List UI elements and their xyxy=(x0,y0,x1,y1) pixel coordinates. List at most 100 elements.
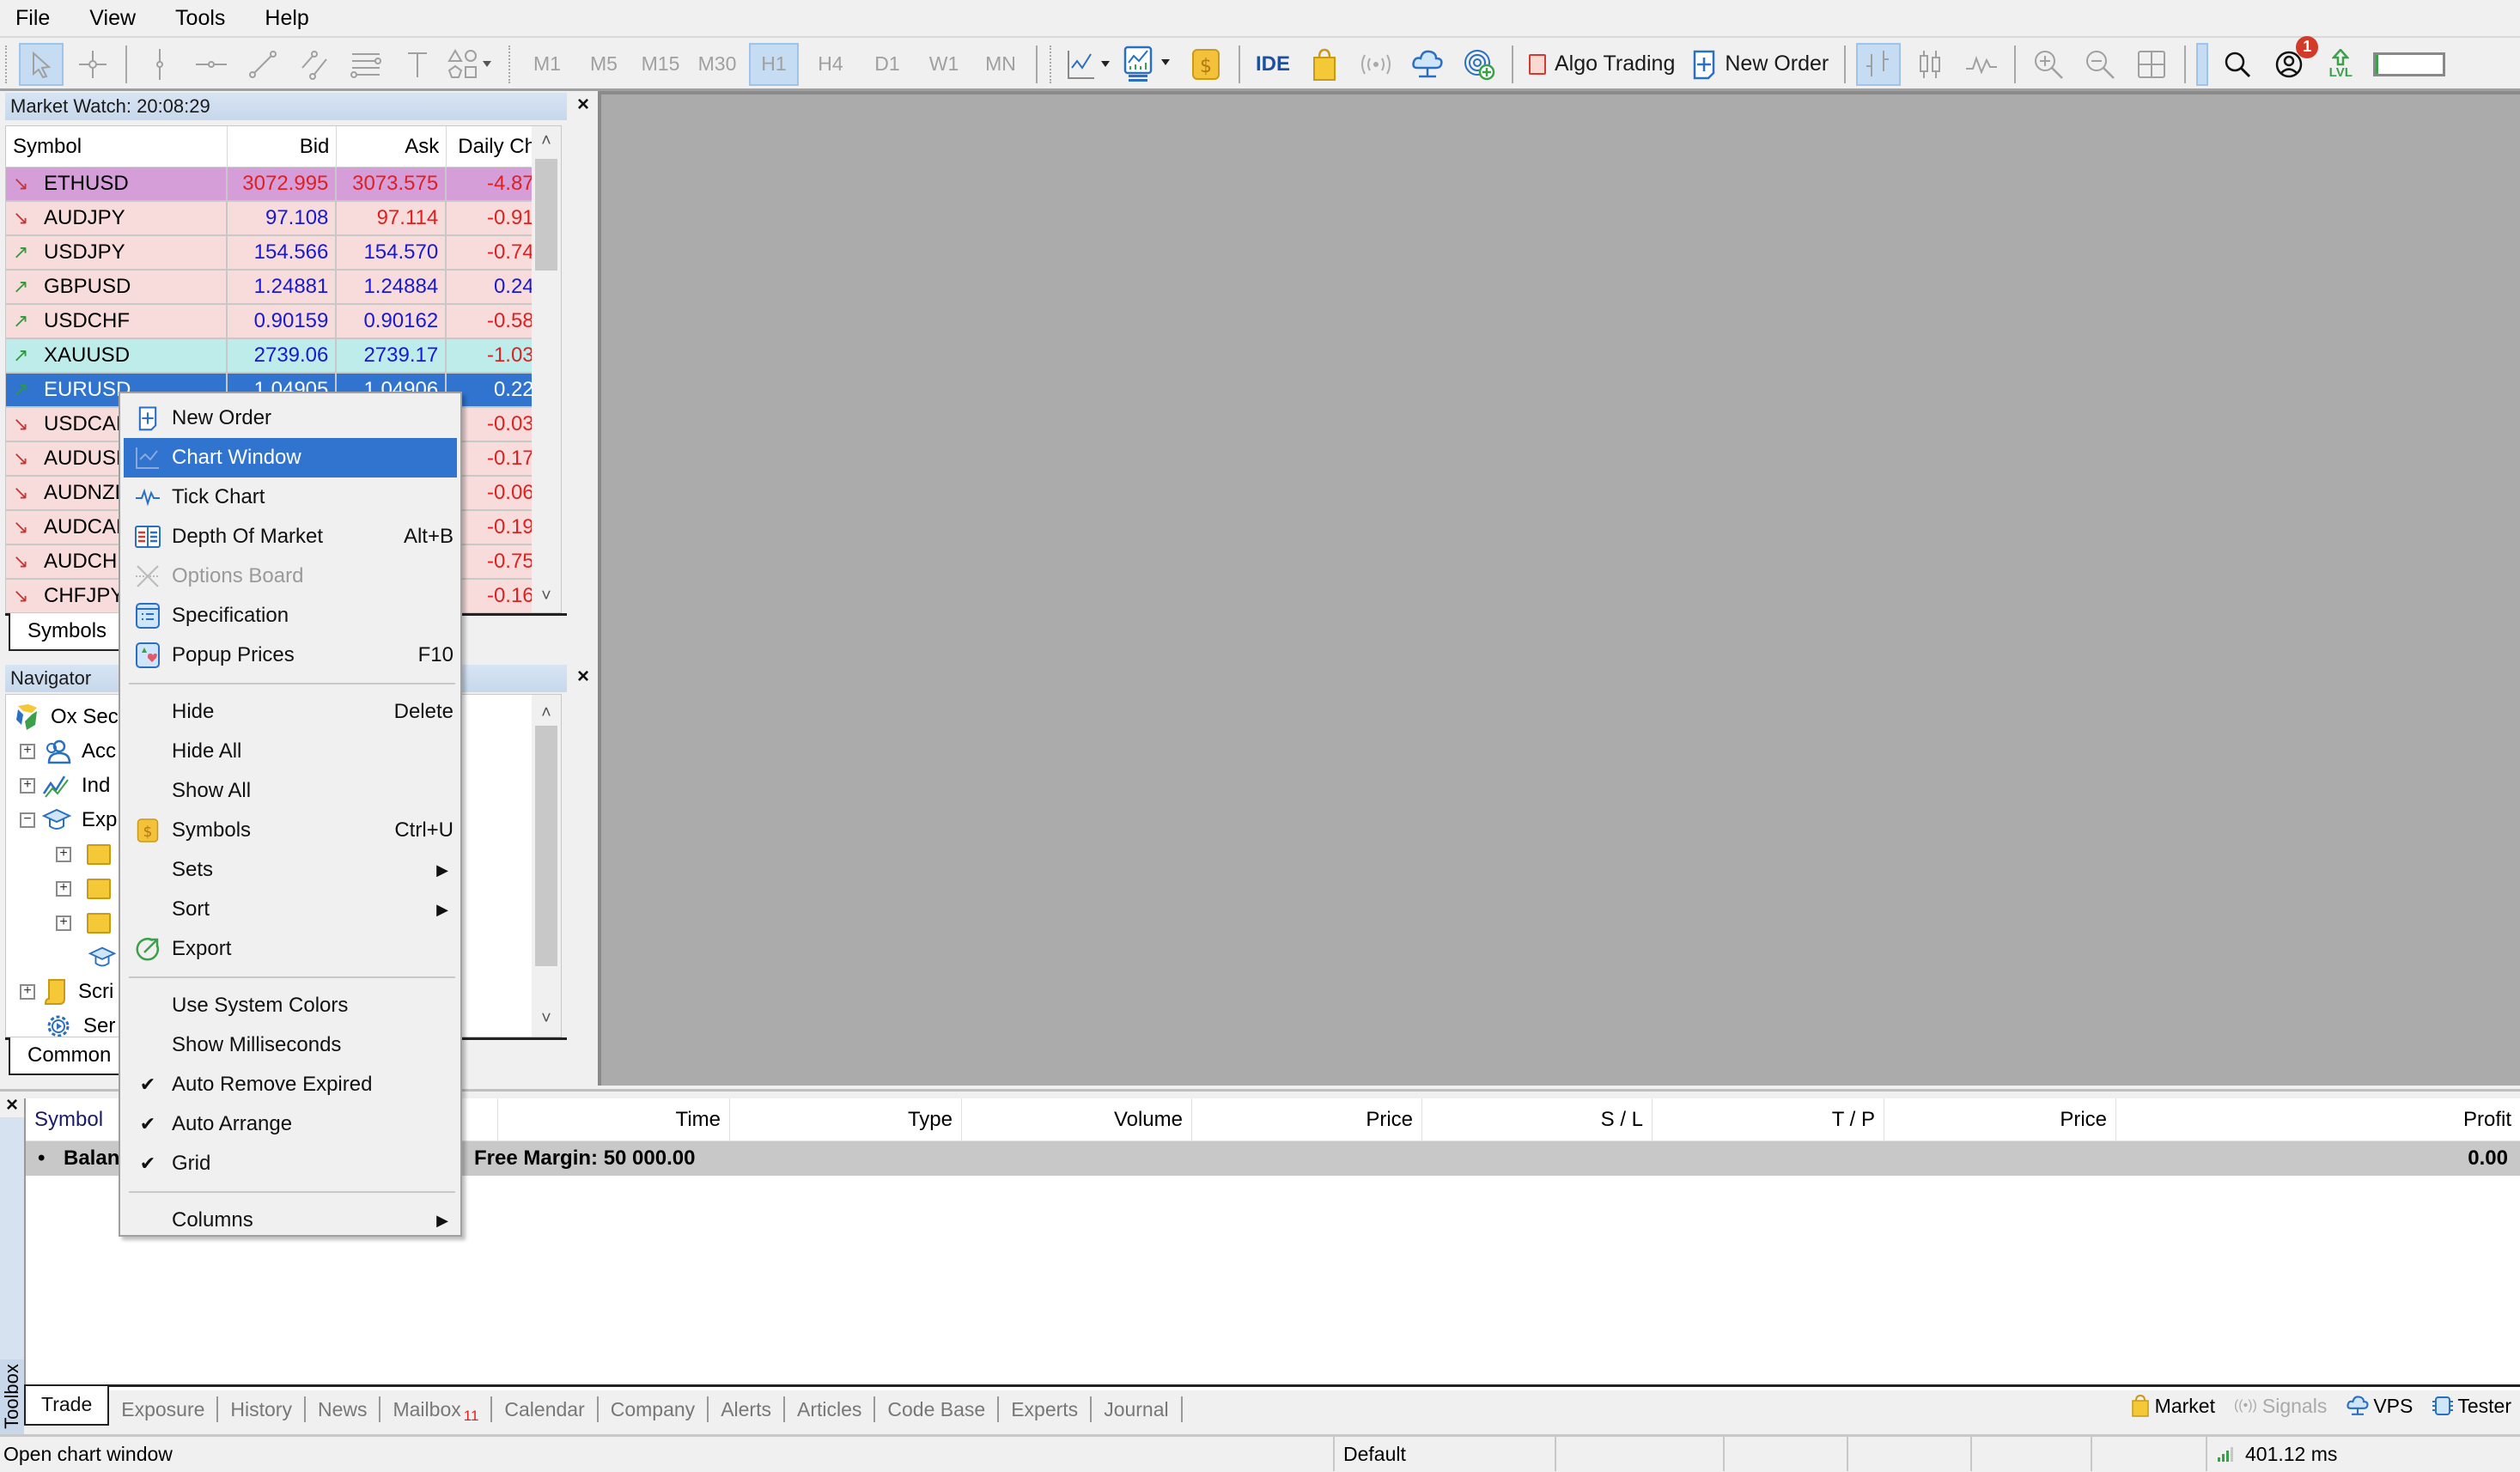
status-connection[interactable]: 401.12 ms xyxy=(2206,1437,2520,1471)
menu-item-columns[interactable]: Columns ▶ xyxy=(124,1201,457,1240)
toolbar-grip[interactable] xyxy=(5,45,10,83)
menu-item-chart-window[interactable]: Chart Window xyxy=(124,438,457,477)
menu-item-symbols[interactable]: $ Symbols Ctrl+U xyxy=(124,811,457,850)
menu-item-hide[interactable]: Hide Delete xyxy=(124,692,457,732)
menu-file[interactable]: File xyxy=(15,6,50,31)
tab-exposure[interactable]: Exposure xyxy=(109,1396,219,1422)
market-watch-row[interactable]: ↗ XAUUSD 2739.06 2739.17 -1.03% xyxy=(6,339,561,374)
timeframe-h4[interactable]: H4 xyxy=(806,43,855,86)
column-header-profit[interactable]: Profit xyxy=(2116,1098,2520,1141)
scroll-down-icon[interactable]: ˅ xyxy=(532,1004,561,1033)
tab-news[interactable]: News xyxy=(306,1396,381,1422)
shapes-button[interactable] xyxy=(447,43,493,86)
fingerprint-button[interactable] xyxy=(1457,43,1501,86)
zoom-in-button[interactable] xyxy=(2026,43,2071,86)
navigator-folder[interactable]: + xyxy=(56,872,111,906)
algo-trading-button[interactable]: Algo Trading xyxy=(1524,43,1680,86)
symbols-button[interactable]: $ xyxy=(1184,43,1228,86)
menu-item-sort[interactable]: Sort ▶ xyxy=(124,890,457,929)
text-tool-button[interactable] xyxy=(395,43,440,86)
menu-item-export[interactable]: Export xyxy=(124,929,457,969)
search-button[interactable] xyxy=(2215,43,2260,86)
column-header-volume[interactable]: Volume xyxy=(962,1098,1192,1141)
column-header-stop-loss[interactable]: S / L xyxy=(1422,1098,1653,1141)
timeframe-mn[interactable]: MN xyxy=(976,43,1026,86)
level-button[interactable]: LVL xyxy=(2318,43,2363,86)
column-header-bid[interactable]: Bid xyxy=(228,126,338,167)
column-header-symbol[interactable]: Symbol xyxy=(26,1098,120,1141)
chart-type-button[interactable] xyxy=(1063,43,1115,86)
market-watch-row[interactable]: ↗ USDCHF 0.90159 0.90162 -0.58% xyxy=(6,305,561,339)
market-watch-row[interactable]: ↗ USDJPY 154.566 154.570 -0.74% xyxy=(6,236,561,271)
navigator-item-accounts[interactable]: + Acc xyxy=(20,734,116,769)
menu-item-auto-remove-expired[interactable]: ✔ Auto Remove Expired xyxy=(124,1065,457,1104)
scroll-thumb[interactable] xyxy=(535,159,557,271)
timeframe-w1[interactable]: W1 xyxy=(919,43,969,86)
new-order-button[interactable]: New Order xyxy=(1687,43,1834,86)
tab-trade[interactable]: Trade xyxy=(24,1385,110,1426)
tab-articles[interactable]: Articles xyxy=(785,1396,876,1422)
trendline-button[interactable] xyxy=(240,43,285,86)
market-watch-row[interactable]: ↘ ETHUSD 3072.995 3073.575 -4.87% xyxy=(6,167,561,202)
scroll-down-icon[interactable]: ˅ xyxy=(532,581,561,611)
tab-symbols[interactable]: Symbols xyxy=(9,613,126,651)
fibonacci-button[interactable] xyxy=(344,43,388,86)
toolbar-grip[interactable] xyxy=(1050,45,1055,83)
tab-experts[interactable]: Experts xyxy=(999,1396,1093,1422)
menu-item-specification[interactable]: Specification xyxy=(124,596,457,636)
column-header-type[interactable]: Type xyxy=(730,1098,962,1141)
column-header-take-profit[interactable]: T / P xyxy=(1653,1098,1884,1141)
menu-item-sets[interactable]: Sets ▶ xyxy=(124,850,457,890)
timeframe-m1[interactable]: M1 xyxy=(522,43,572,86)
crosshair-tool-button[interactable] xyxy=(70,43,115,86)
vps-link[interactable]: VPS xyxy=(2346,1394,2413,1418)
navigator-scrollbar[interactable]: ˄ ˅ xyxy=(532,695,561,1037)
notifications-button[interactable]: 1 xyxy=(2267,35,2319,86)
expand-icon[interactable]: + xyxy=(56,847,71,862)
menu-item-new-order[interactable]: New Order xyxy=(124,398,457,438)
expand-icon[interactable]: + xyxy=(56,881,71,897)
zoom-out-button[interactable] xyxy=(2078,43,2122,86)
tab-calendar[interactable]: Calendar xyxy=(492,1396,599,1422)
market-watch-row[interactable]: ↗ GBPUSD 1.24881 1.24884 0.24% xyxy=(6,271,561,305)
tab-mailbox[interactable]: Mailbox 11 xyxy=(380,1396,493,1424)
chart-shift-button[interactable] xyxy=(2196,42,2209,86)
expand-icon[interactable]: + xyxy=(20,744,35,759)
scroll-thumb[interactable] xyxy=(535,726,557,966)
market-watch-row[interactable]: ↘ AUDJPY 97.108 97.114 -0.91% xyxy=(6,202,561,236)
market-link[interactable]: Market xyxy=(2131,1394,2215,1418)
menu-item-hide-all[interactable]: Hide All xyxy=(124,732,457,771)
expand-icon[interactable]: + xyxy=(20,984,35,1000)
column-header-current-price[interactable]: Price xyxy=(1884,1098,2116,1141)
ide-button[interactable]: IDE xyxy=(1251,43,1295,86)
menu-tools[interactable]: Tools xyxy=(175,6,225,31)
navigator-item-services[interactable]: Ser xyxy=(44,1009,115,1037)
horizontal-line-button[interactable] xyxy=(189,43,234,86)
expand-icon[interactable]: + xyxy=(56,915,71,931)
timeframe-m30[interactable]: M30 xyxy=(692,43,742,86)
bar-chart-button[interactable] xyxy=(1856,42,1902,86)
timeframe-m5[interactable]: M5 xyxy=(579,43,629,86)
navigator-item-experts[interactable]: − Exp xyxy=(20,803,117,837)
menu-item-popup-prices[interactable]: Popup Prices F10 xyxy=(124,636,457,675)
market-watch-scrollbar[interactable]: ˄ ˅ xyxy=(532,126,561,612)
timeframe-m15[interactable]: M15 xyxy=(636,43,685,86)
collapse-icon[interactable]: − xyxy=(20,812,35,828)
cursor-tool-button[interactable] xyxy=(19,42,64,86)
signals-link[interactable]: ((•)) Signals xyxy=(2234,1395,2327,1418)
toolbar-grip[interactable] xyxy=(508,45,514,83)
timeframe-h1[interactable]: H1 xyxy=(749,42,799,86)
tab-history[interactable]: History xyxy=(218,1396,306,1422)
timeframe-d1[interactable]: D1 xyxy=(862,43,912,86)
vps-button[interactable] xyxy=(1405,43,1450,86)
scroll-up-icon[interactable]: ˄ xyxy=(532,698,561,727)
navigator-expert-item[interactable] xyxy=(88,940,116,975)
column-header-price[interactable]: Price xyxy=(1192,1098,1422,1141)
tile-windows-button[interactable] xyxy=(2129,43,2174,86)
menu-item-show-milliseconds[interactable]: Show Milliseconds xyxy=(124,1025,457,1065)
vertical-line-button[interactable] xyxy=(137,43,182,86)
tester-link[interactable]: Tester xyxy=(2432,1394,2511,1418)
market-button[interactable] xyxy=(1302,43,1347,86)
navigator-folder[interactable]: + xyxy=(56,837,111,872)
line-chart-button[interactable] xyxy=(1959,43,2004,86)
